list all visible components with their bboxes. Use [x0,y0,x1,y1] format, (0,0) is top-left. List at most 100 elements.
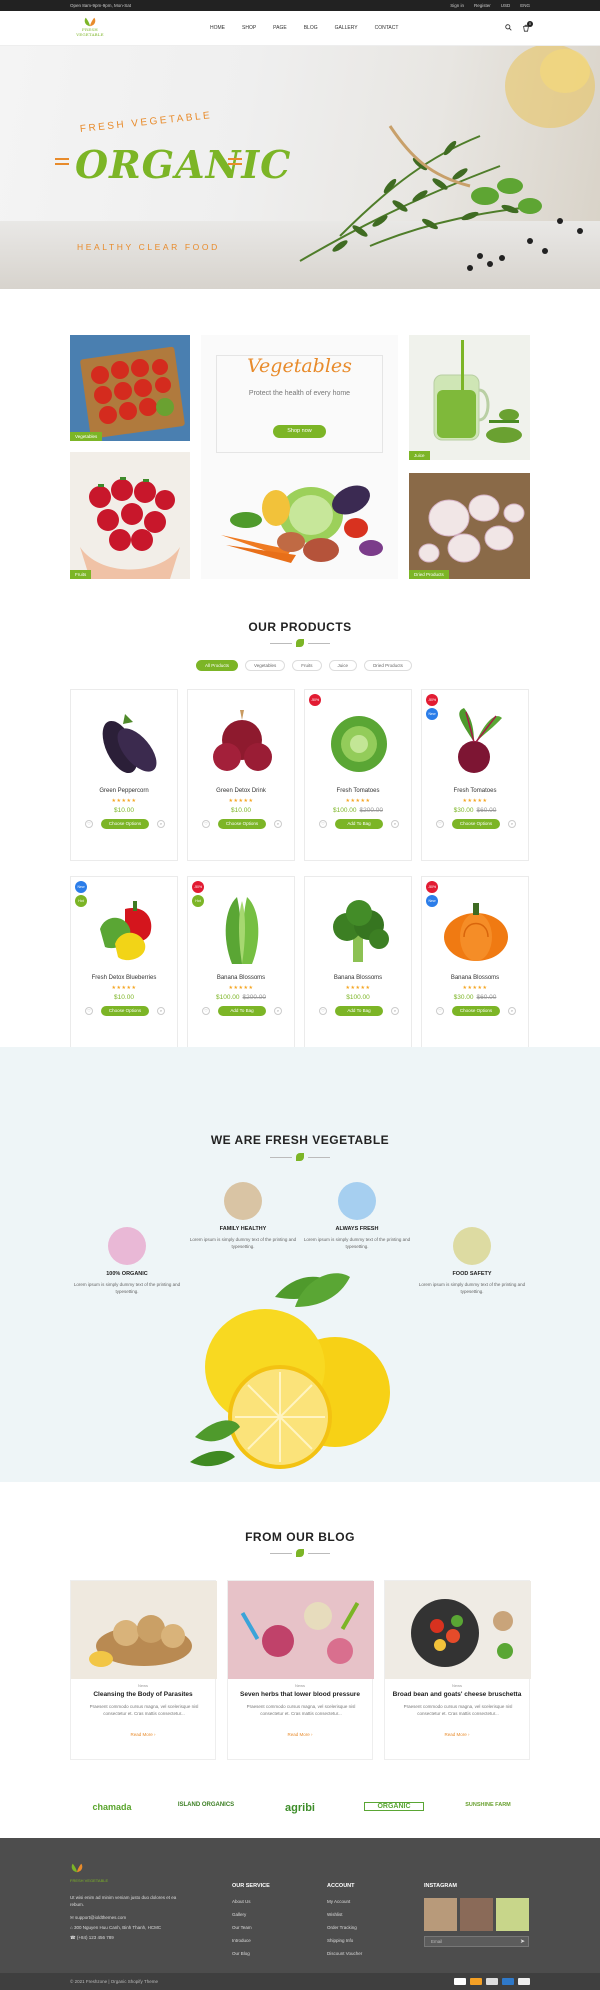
wishlist-heart-icon[interactable]: ♡ [202,820,210,828]
product-card[interactable]: Green Detox Drink ★★★★★ $10.00 Choose Op… [187,689,295,861]
footer-link-introduce[interactable]: Introduce [232,1934,270,1947]
product-card[interactable]: -50% Hot Banana Blossoms ★★★★★ $100.00 $2… [187,876,295,1048]
blog-post-card[interactable]: News Cleansing the Body of Parasites Pra… [70,1580,217,1760]
product-name[interactable]: Banana Blossoms [422,975,528,981]
post-excerpt: Praesent commodo cursus magna, vel scele… [403,1704,513,1716]
choose-options-button[interactable]: Choose Options [452,819,500,829]
signin-link[interactable]: Sign in [450,0,464,11]
nav-contact[interactable]: CONTACT [375,25,399,31]
add-to-bag-button[interactable]: Add To Bag [335,1006,383,1016]
product-card[interactable]: Banana Blossoms ★★★★★ $100.00 Add To Bag… [304,876,412,1048]
footer-link-gallery[interactable]: Gallery [232,1908,270,1921]
currency-select[interactable]: USD [501,0,511,11]
product-name[interactable]: Banana Blossoms [188,975,294,981]
lettuce-image [225,897,259,964]
instagram-photo[interactable] [496,1898,529,1931]
product-name[interactable]: Green Detox Drink [188,788,294,794]
search-icon[interactable] [505,24,512,31]
banner-vegetables-center[interactable]: Vegetables Protect the health of every h… [201,335,398,579]
brand-logo-chamada[interactable]: chamada [82,1802,142,1812]
rating-stars: ★★★★★ [111,985,137,991]
product-name[interactable]: Fresh Tomatoes [305,788,411,794]
wishlist-heart-icon[interactable]: ♡ [319,820,327,828]
product-name[interactable]: Fresh Tomatoes [422,788,528,794]
quick-view-icon[interactable]: ⌕ [274,1007,282,1015]
post-title[interactable]: Broad bean and goats' cheese bruschetta [385,1691,529,1698]
banner-dried-products[interactable]: Dried Products [409,473,530,579]
choose-options-button[interactable]: Choose Options [452,1006,500,1016]
add-to-bag-button[interactable]: Add To Bag [218,1006,266,1016]
read-more-link[interactable]: Read More › [385,1732,529,1737]
product-name[interactable]: Green Peppercorn [71,788,177,794]
filter-fruits[interactable]: Fruits [292,660,322,671]
quick-view-icon[interactable]: ⌕ [157,820,165,828]
post-title[interactable]: Seven herbs that lower blood pressure [228,1691,372,1698]
quick-view-icon[interactable]: ⌕ [391,820,399,828]
hero-banner[interactable]: FRESH VEGETABLE ORGANIC HEALTHY CLEAR FO… [0,46,600,289]
wishlist-heart-icon[interactable]: ♡ [436,1007,444,1015]
wishlist-heart-icon[interactable]: ♡ [85,1007,93,1015]
filter-juice[interactable]: Juice [328,660,358,671]
add-to-bag-button[interactable]: Add To Bag [335,819,383,829]
product-name[interactable]: Banana Blossoms [305,975,411,981]
quick-view-icon[interactable]: ⌕ [508,820,516,828]
product-name[interactable]: Fresh Detox Blueberries [71,975,177,981]
logo[interactable]: FRESH VEGETABLE [70,17,110,43]
instagram-photo[interactable] [460,1898,493,1931]
filter-vegetables[interactable]: Vegetables [245,660,286,671]
shop-now-button[interactable]: Shop now [273,425,326,438]
wishlist-heart-icon[interactable]: ♡ [202,1007,210,1015]
blog-post-card[interactable]: News Broad bean and goats' cheese brusch… [384,1580,531,1760]
wishlist-heart-icon[interactable]: ♡ [436,820,444,828]
newsletter-email-input[interactable]: Email ➤ [424,1936,529,1947]
filter-all-products[interactable]: All Products [196,660,239,671]
footer-link-my-account[interactable]: My Account [327,1895,362,1908]
nav-home[interactable]: HOME [210,25,225,31]
brand-logo-island-organics[interactable]: ISLAND ORGANICS [176,1802,236,1808]
brand-logo-agribi[interactable]: agribi [270,1802,330,1814]
footer-link-about[interactable]: About Us [232,1895,270,1908]
product-card[interactable]: New Hot Fresh Detox Blueberries ★★★★★ $1… [70,876,178,1048]
footer-link-wishlist[interactable]: Wishlist [327,1908,362,1921]
filter-dried-products[interactable]: Dried Products [364,660,412,671]
choose-options-button[interactable]: Choose Options [218,819,266,829]
footer-link-voucher[interactable]: Discount Voucher [327,1947,362,1960]
banner-fruits[interactable]: Fruits [70,452,190,579]
quick-view-icon[interactable]: ⌕ [274,820,282,828]
register-link[interactable]: Register [474,0,491,11]
blog-post-card[interactable]: News Seven herbs that lower blood pressu… [227,1580,374,1760]
language-select[interactable]: ENG [520,0,530,11]
read-more-link[interactable]: Read More › [71,1732,215,1737]
banner-juice[interactable]: Juice [409,335,530,460]
footer-link-shipping[interactable]: Shipping Info [327,1934,362,1947]
product-card[interactable]: -50% New Fresh Tomatoes ★★★★★ $30.00 $60.… [421,689,529,861]
wishlist-heart-icon[interactable]: ♡ [319,1007,327,1015]
brand-logo-organic[interactable]: ORGANIC [364,1802,424,1811]
footer-link-team[interactable]: Our Team [232,1921,270,1934]
pumpkin-image [444,903,508,961]
product-card[interactable]: -50% Fresh Tomatoes ★★★★★ $100.00 $200.00… [304,689,412,861]
banner-vegetables[interactable]: Vegetables [70,335,190,441]
footer-link-blog[interactable]: Our Blog [232,1947,270,1960]
quick-view-icon[interactable]: ⌕ [391,1007,399,1015]
quick-view-icon[interactable]: ⌕ [157,1007,165,1015]
instagram-photo[interactable] [424,1898,457,1931]
cart-button[interactable]: 0 [522,21,533,34]
post-title[interactable]: Cleansing the Body of Parasites [71,1691,215,1698]
send-icon[interactable]: ➤ [520,1938,525,1945]
brand-logo-sunshine-farm[interactable]: SUNSHINE FARM [458,1802,518,1808]
product-card[interactable]: Green Peppercorn ★★★★★ $10.00 Choose Opt… [70,689,178,861]
nav-shop[interactable]: SHOP [242,25,256,31]
choose-options-button[interactable]: Choose Options [101,819,149,829]
footer-link-order-tracking[interactable]: Order Tracking [327,1921,362,1934]
footer-email[interactable]: ✉ support@ioldthemes.com [70,1913,161,1923]
product-card[interactable]: -50% New Banana Blossoms ★★★★★ $30.00 $60… [421,876,529,1048]
read-more-link[interactable]: Read More › [228,1732,372,1737]
wishlist-heart-icon[interactable]: ♡ [85,820,93,828]
nav-blog[interactable]: BLOG [304,25,318,31]
nav-gallery[interactable]: GALLERY [335,25,358,31]
footer-logo[interactable]: FRESH VEGETABLE [70,1860,108,1883]
choose-options-button[interactable]: Choose Options [101,1006,149,1016]
quick-view-icon[interactable]: ⌕ [508,1007,516,1015]
nav-page[interactable]: PAGE [273,25,287,31]
